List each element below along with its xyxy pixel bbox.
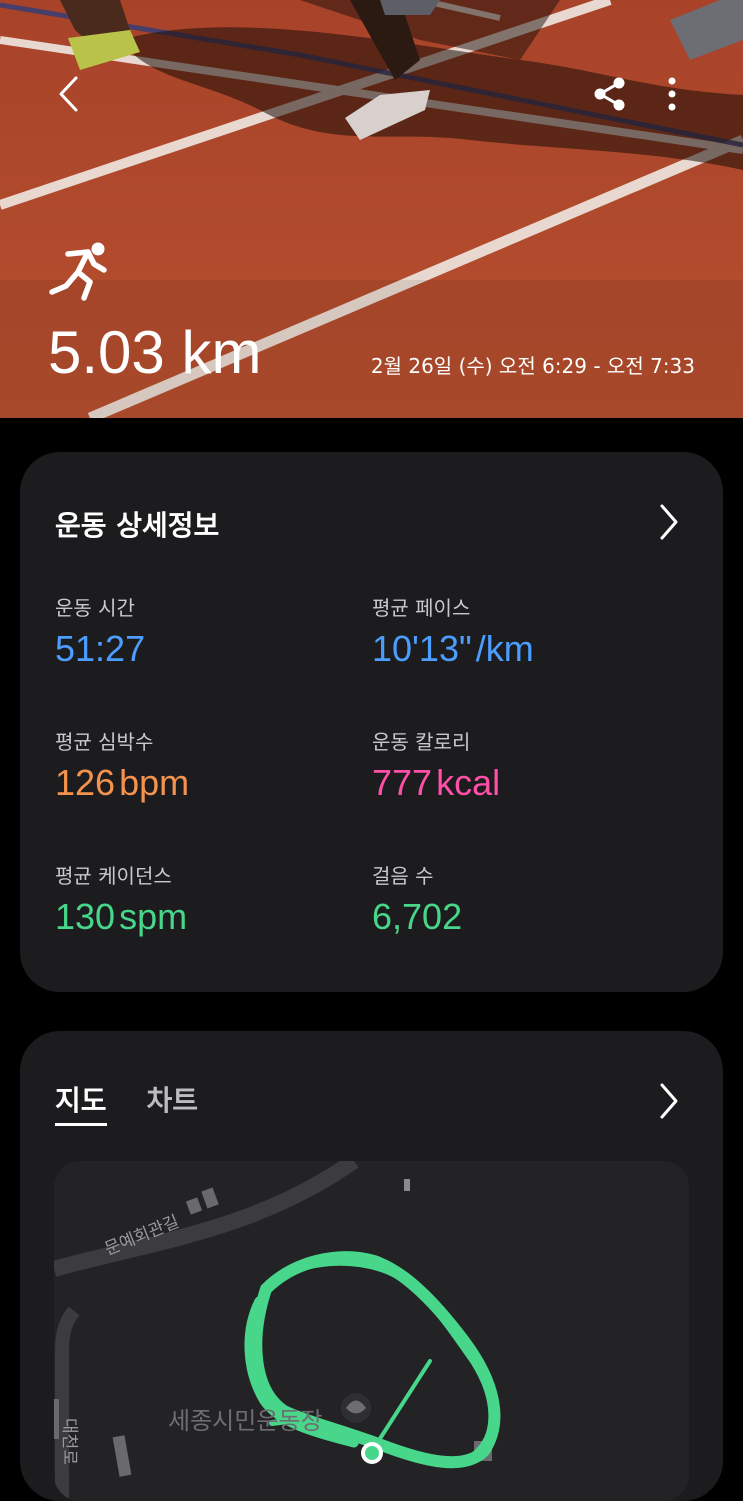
stat-average-cadence: 평균 케이던스 130 spm (55, 863, 375, 939)
stat-label: 평균 심박수 (55, 730, 154, 754)
details-open-button[interactable] (653, 502, 685, 542)
stat-value: 777 kcal (372, 762, 501, 803)
stat-average-pace: 평균 페이스 10'13"/km (372, 595, 692, 671)
running-icon (49, 242, 107, 301)
stat-label: 운동 칼로리 (372, 730, 471, 754)
card-title: 운동 상세정보 (55, 509, 220, 542)
stat-steps: 걸음 수 6,702 (372, 863, 692, 939)
more-options-button[interactable] (648, 70, 696, 118)
back-button[interactable] (44, 70, 92, 118)
tab-map[interactable]: 지도 (55, 1083, 107, 1126)
distance-value: 5.03 km (48, 319, 262, 386)
tab-chart[interactable]: 차트 (147, 1083, 199, 1126)
share-button[interactable] (586, 70, 634, 118)
stat-value: 6,702 (372, 896, 463, 937)
stat-label: 운동 시간 (55, 596, 135, 620)
workout-datetime: 2월 26일 (수) 오전 6:29 - 오전 7:33 (370, 354, 695, 378)
share-icon (594, 77, 625, 111)
hero-banner: 5.03 km 2월 26일 (수) 오전 6:29 - 오전 7:33 (0, 0, 743, 418)
map-open-button[interactable] (653, 1081, 685, 1121)
stat-value: 126 bpm (55, 762, 190, 803)
stat-workout-time: 운동 시간 51:27 (55, 595, 375, 671)
map-canvas (54, 1161, 501, 1501)
workout-details-card[interactable]: 운동 상세정보 운동 시간 51:27 평균 페이스 10'13"/km 평균 … (20, 452, 723, 992)
map-chart-tabs: 지도 차트 (55, 1083, 198, 1126)
more-vertical-icon (668, 77, 676, 111)
stat-value: 130 spm (55, 896, 188, 937)
route-map[interactable]: 문예회관길 대천로 세종시민운동장 (54, 1161, 689, 1501)
stat-average-heart-rate: 평균 심박수 126 bpm (55, 729, 375, 805)
stat-value: 10'13"/km (372, 628, 534, 669)
stat-label: 평균 케이던스 (55, 864, 172, 888)
stat-value: 51:27 (55, 628, 146, 669)
map-chart-card: 지도 차트 문예회관길 대천로 세종시민운동장 (20, 1031, 723, 1501)
stat-label: 평균 페이스 (372, 596, 471, 620)
place-label: 세종시민운동장 (168, 1407, 323, 1435)
chevron-right-icon (660, 504, 678, 540)
chevron-right-icon (660, 1083, 678, 1119)
back-chevron-icon (59, 76, 78, 112)
road-label: 대천로 (58, 1418, 79, 1465)
stat-label: 걸음 수 (372, 864, 434, 888)
stat-calories: 운동 칼로리 777 kcal (372, 729, 692, 805)
